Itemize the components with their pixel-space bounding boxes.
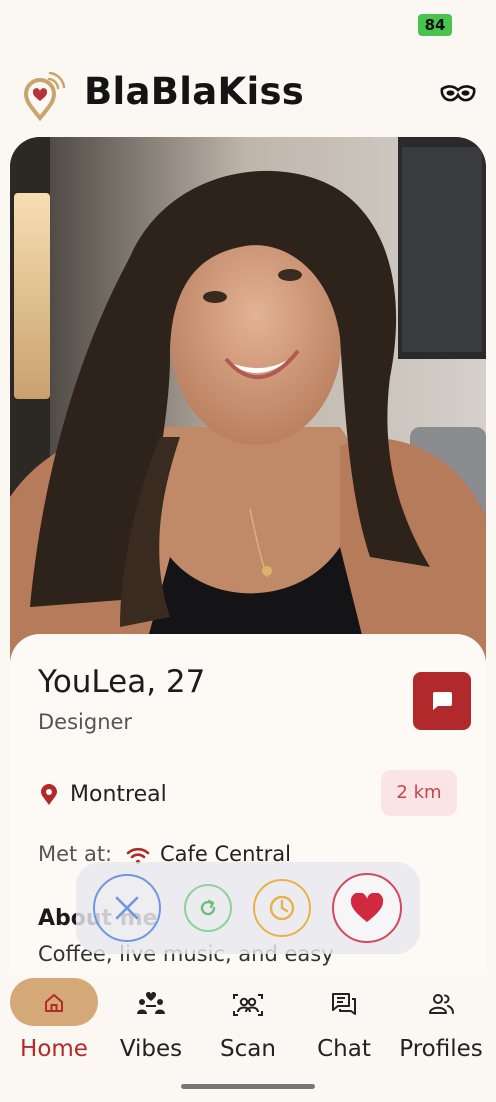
tab-profiles[interactable]: Profiles [391, 978, 491, 1066]
refresh-icon [200, 899, 216, 916]
profile-name-age: YouLea, 27 [38, 664, 206, 700]
tab-vibes[interactable]: Vibes [101, 978, 201, 1066]
status-bar: 84 [0, 0, 496, 50]
profiles-icon [427, 992, 455, 1020]
like-button[interactable] [332, 873, 402, 943]
clock-icon [269, 895, 295, 921]
profile-city: Montreal [70, 782, 167, 807]
battery-indicator: 84 [418, 14, 452, 36]
close-icon [115, 896, 139, 920]
vibes-icon [136, 991, 166, 1020]
rewind-button[interactable] [184, 884, 232, 932]
profile-occupation: Designer [38, 710, 133, 734]
message-icon [432, 692, 452, 710]
tab-scan[interactable]: Scan [198, 978, 298, 1066]
tab-chat[interactable]: Chat [294, 978, 394, 1066]
app-header: BlaBlaKiss [0, 66, 496, 126]
home-icon [43, 992, 65, 1018]
home-indicator [181, 1084, 315, 1089]
tab-label-vibes: Vibes [119, 1036, 183, 1062]
app-title: BlaBlaKiss [84, 70, 305, 113]
mask-icon[interactable] [440, 83, 476, 105]
message-button[interactable] [413, 672, 471, 730]
chat-icon [331, 992, 357, 1020]
heart-icon [350, 893, 384, 922]
tab-home[interactable]: Home [8, 978, 100, 1066]
profile-photo[interactable] [10, 137, 486, 667]
bottom-tab-bar: Home Vibes Scan Chat Profiles [0, 974, 496, 1102]
pass-button[interactable] [93, 874, 161, 942]
heart-location-pin-icon [22, 71, 66, 122]
tab-label-home: Home [20, 1036, 88, 1062]
tab-label-scan: Scan [220, 1036, 276, 1062]
location-pin-icon [40, 784, 58, 810]
action-bar [76, 862, 420, 954]
tab-label-chat: Chat [317, 1036, 371, 1062]
tab-label-profiles: Profiles [399, 1036, 483, 1062]
distance-badge: 2 km [381, 770, 457, 816]
scan-people-icon [232, 992, 264, 1022]
status-bar-left [34, 14, 184, 34]
later-button[interactable] [253, 879, 311, 937]
